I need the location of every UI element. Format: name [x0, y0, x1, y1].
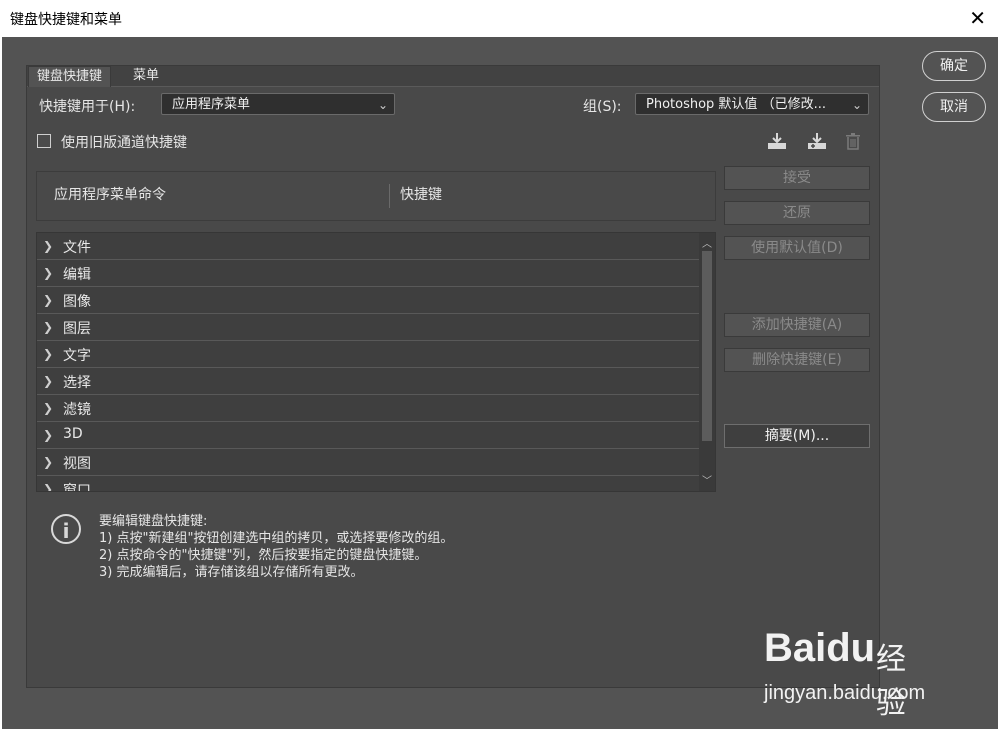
chevron-right-icon: ❯: [43, 320, 54, 334]
watermark-url: jingyan.baidu.com: [764, 682, 926, 704]
window-title: 键盘快捷键和菜单: [10, 12, 122, 28]
shortcuts-for-value: 应用程序菜单: [172, 97, 251, 112]
tab-strip: 键盘快捷键 菜单: [27, 66, 879, 87]
list-item[interactable]: ❯ 视图: [37, 449, 715, 476]
tab-menus[interactable]: 菜单: [125, 66, 167, 86]
column-shortcut[interactable]: 快捷键: [400, 184, 442, 204]
chevron-right-icon: ❯: [43, 347, 54, 361]
group-label: 组(S):: [583, 99, 622, 115]
list-item[interactable]: ❯ 窗口: [37, 476, 715, 492]
chevron-right-icon: ❯: [43, 266, 54, 280]
ok-button[interactable]: 确定: [922, 51, 986, 81]
list-item[interactable]: ❯ 文件: [37, 233, 715, 260]
shortcuts-panel: 键盘快捷键 菜单 快捷键用于(H): 应用程序菜单 ⌄ 组(S): Photos…: [26, 65, 880, 688]
scrollbar-thumb[interactable]: [702, 251, 712, 441]
chevron-right-icon: ❯: [43, 482, 54, 492]
use-default-button[interactable]: 使用默认值(D): [724, 236, 870, 260]
delete-set-icon[interactable]: [842, 130, 864, 152]
chevron-right-icon: ❯: [43, 374, 54, 388]
undo-button[interactable]: 还原: [724, 201, 870, 225]
add-shortcut-button[interactable]: 添加快捷键(A): [724, 313, 870, 337]
chevron-right-icon: ❯: [43, 293, 54, 307]
title-bar: 键盘快捷键和菜单 ✕: [0, 0, 1000, 37]
list-item[interactable]: ❯ 3D: [37, 422, 715, 449]
list-item[interactable]: ❯ 图层: [37, 314, 715, 341]
scroll-up-icon[interactable]: ︿: [702, 235, 712, 250]
info-icon: i: [51, 514, 81, 544]
list-item[interactable]: ❯ 滤镜: [37, 395, 715, 422]
shortcuts-for-select[interactable]: 应用程序菜单 ⌄: [161, 93, 395, 115]
group-select[interactable]: Photoshop 默认值 （已修改... ⌄: [635, 93, 869, 115]
watermark-logo: Baidu: [764, 626, 876, 670]
chevron-right-icon: ❯: [43, 455, 54, 469]
new-set-icon[interactable]: [806, 130, 828, 152]
column-divider: [389, 184, 390, 208]
group-value: Photoshop 默认值 （已修改...: [646, 97, 826, 112]
list-item[interactable]: ❯ 选择: [37, 368, 715, 395]
summarize-button[interactable]: 摘要(M)...: [724, 424, 870, 448]
command-list: ❯ 文件 ❯ 编辑 ❯ 图像 ❯ 图层 ❯ 文字 ❯ 选择 ❯ 滤镜 ❯ 3D ❯ 视图 ❯ 窗口 …: [36, 232, 716, 492]
list-item[interactable]: ❯ 图像: [37, 287, 715, 314]
scroll-down-icon[interactable]: ﹀: [702, 472, 712, 487]
tab-keyboard-shortcuts[interactable]: 键盘快捷键: [28, 66, 112, 87]
chevron-right-icon: ❯: [43, 401, 54, 415]
delete-shortcut-button[interactable]: 删除快捷键(E): [724, 348, 870, 372]
cancel-button[interactable]: 取消: [922, 92, 986, 122]
chevron-right-icon: ❯: [43, 239, 54, 253]
hint-line-3: 3) 完成编辑后，请存储该组以存储所有更改。: [99, 565, 364, 580]
list-item[interactable]: ❯ 文字: [37, 341, 715, 368]
legacy-checkbox[interactable]: [37, 134, 51, 148]
chevron-down-icon: ⌄: [377, 98, 388, 112]
chevron-down-icon: ⌄: [851, 98, 862, 112]
list-item[interactable]: ❯ 编辑: [37, 260, 715, 287]
watermark-cn: 经验: [876, 642, 906, 721]
accept-button[interactable]: 接受: [724, 166, 870, 190]
column-command: 应用程序菜单命令: [54, 187, 166, 203]
list-scrollbar[interactable]: ︿ ﹀: [699, 233, 715, 491]
table-header: 应用程序菜单命令 快捷键: [36, 171, 716, 221]
shortcuts-for-label: 快捷键用于(H):: [39, 99, 136, 115]
legacy-checkbox-label: 使用旧版通道快捷键: [61, 135, 187, 151]
save-set-icon[interactable]: [766, 130, 788, 152]
chevron-right-icon: ❯: [43, 428, 54, 442]
close-icon[interactable]: ✕: [969, 6, 986, 30]
